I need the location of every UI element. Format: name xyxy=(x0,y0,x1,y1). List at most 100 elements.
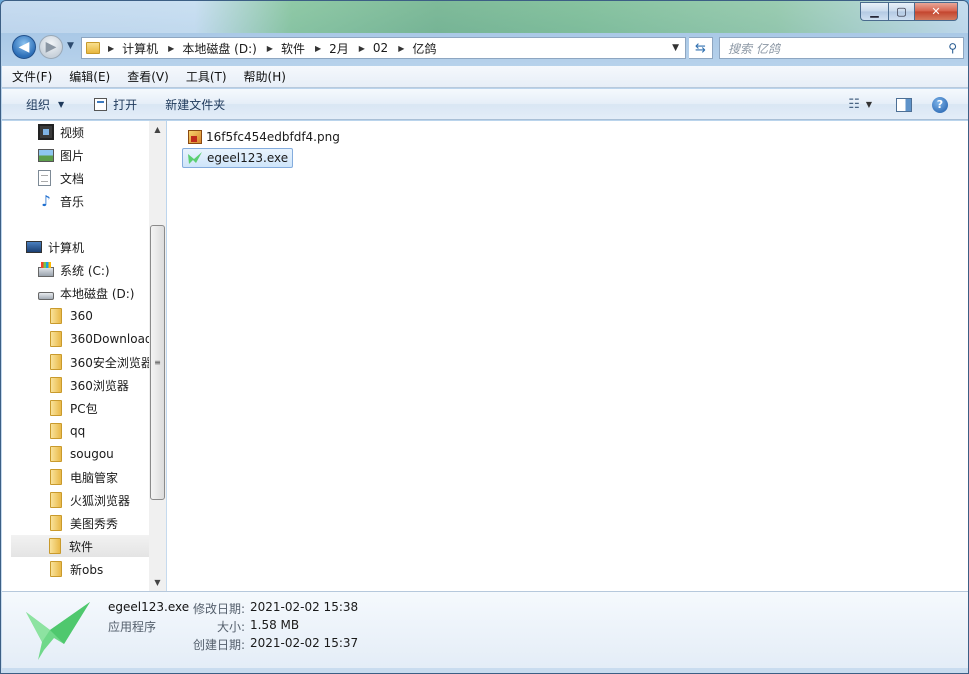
search-icon[interactable]: ⚲ xyxy=(948,41,957,55)
size-value: 1.58 MB xyxy=(250,618,300,632)
chevron-right-icon[interactable]: ▶ xyxy=(108,44,114,53)
sidebar-folder-qq[interactable]: qq xyxy=(50,420,85,442)
breadcrumb-yige[interactable]: 亿鸽 xyxy=(412,40,444,57)
scrollbar-thumb[interactable]: ≡ xyxy=(150,225,165,500)
file-item-png[interactable]: 16f5fc454edbfdf4.png xyxy=(184,127,344,147)
pictures-library-icon xyxy=(38,148,54,162)
refresh-button[interactable]: ⇆ xyxy=(689,37,713,59)
folder-icon xyxy=(50,400,62,416)
folder-icon xyxy=(50,469,62,485)
system-drive-icon xyxy=(38,262,54,277)
image-file-icon xyxy=(188,130,202,144)
view-options-icon[interactable]: ☷ xyxy=(848,97,860,112)
documents-library-icon xyxy=(38,170,51,186)
folder-icon xyxy=(50,377,62,393)
sidebar-folder-sougou[interactable]: sougou xyxy=(50,443,114,465)
organize-button[interactable]: 组织 ▼ xyxy=(26,96,64,113)
open-icon xyxy=(94,97,108,111)
sidebar-item-pictures[interactable]: 图片 xyxy=(38,144,84,166)
breadcrumb-drive-d[interactable]: 本地磁盘 (D:) ▶ xyxy=(182,40,281,57)
sidebar-folder-360-secure-browser[interactable]: 360安全浏览器 xyxy=(50,351,153,373)
close-button[interactable]: ✕ xyxy=(914,2,958,21)
sidebar-folder-new-obs[interactable]: 新obs xyxy=(50,558,103,580)
scroll-down-arrow[interactable]: ▼ xyxy=(149,574,166,591)
explorer-window: ▁ ▢ ✕ ◀ ▶ ▼ ▶ 计算机 ▶ 本地磁盘 (D:) ▶ 软件 ▶ 2月 xyxy=(0,0,969,674)
menu-edit[interactable]: 编辑(E) xyxy=(69,68,110,85)
breadcrumb-february[interactable]: 2月 ▶ xyxy=(329,40,373,57)
new-folder-button[interactable]: 新建文件夹 xyxy=(165,96,225,113)
breadcrumb-computer[interactable]: 计算机 ▶ xyxy=(122,40,182,57)
menu-tools[interactable]: 工具(T) xyxy=(186,68,227,85)
view-dropdown[interactable]: ▼ xyxy=(866,100,872,109)
computer-icon xyxy=(26,241,42,253)
back-button[interactable]: ◀ xyxy=(12,35,36,59)
search-input[interactable]: 搜索 亿鸽 ⚲ xyxy=(719,37,964,59)
folder-icon xyxy=(86,42,100,54)
view-controls: ☷ ▼ ? xyxy=(848,89,968,120)
size-label: 大小: xyxy=(216,620,245,634)
recent-pages-dropdown[interactable]: ▼ xyxy=(67,41,74,51)
details-pane: egeel123.exe 应用程序 修改日期: 2021-02-02 15:38… xyxy=(2,591,968,668)
chevron-down-icon: ▼ xyxy=(58,99,65,109)
video-library-icon xyxy=(38,124,54,140)
menu-file[interactable]: 文件(F) xyxy=(12,68,52,85)
grip-icon: ≡ xyxy=(154,358,161,367)
sidebar-folder-360-browser[interactable]: 360浏览器 xyxy=(50,374,129,396)
chevron-right-icon[interactable]: ▶ xyxy=(168,44,174,53)
folder-icon xyxy=(50,308,62,324)
folder-icon xyxy=(49,538,61,554)
music-library-icon: ♪ xyxy=(41,192,51,210)
bird-app-icon xyxy=(188,152,202,164)
address-history-dropdown[interactable]: ▼ xyxy=(672,43,679,53)
folder-icon xyxy=(50,331,62,347)
sidebar-item-drive-d[interactable]: 本地磁盘 (D:) xyxy=(38,282,134,304)
file-item-exe[interactable]: egeel123.exe xyxy=(182,148,294,168)
navigation-scrollbar[interactable]: ▲ ≡ ▼ xyxy=(149,121,166,591)
modified-value: 2021-02-02 15:38 xyxy=(250,600,359,614)
folder-icon xyxy=(50,561,62,577)
sidebar-folder-360[interactable]: 360 xyxy=(50,305,93,327)
sidebar-folder-software[interactable]: 软件 xyxy=(11,535,150,557)
chevron-right-icon[interactable]: ▶ xyxy=(315,44,321,53)
title-bar xyxy=(1,1,968,33)
created-label: 创建日期: xyxy=(192,638,245,652)
sidebar-item-documents[interactable]: 文档 xyxy=(38,167,84,189)
maximize-button[interactable]: ▢ xyxy=(888,2,914,21)
address-bar[interactable]: ▶ 计算机 ▶ 本地磁盘 (D:) ▶ 软件 ▶ 2月 ▶ 02 ▶ 亿鸽 ▼ xyxy=(81,37,686,59)
modified-label: 修改日期: xyxy=(192,602,245,616)
sidebar-folder-firefox[interactable]: 火狐浏览器 xyxy=(50,489,130,511)
chevron-right-icon[interactable]: ▶ xyxy=(398,44,404,53)
created-value: 2021-02-02 15:37 xyxy=(250,636,359,650)
folder-icon xyxy=(50,515,62,531)
help-icon[interactable]: ? xyxy=(932,96,948,113)
folder-icon xyxy=(50,354,62,370)
sidebar-folder-pc-manager[interactable]: 电脑管家 xyxy=(50,466,118,488)
navigation-row: ◀ ▶ ▼ ▶ 计算机 ▶ 本地磁盘 (D:) ▶ 软件 ▶ 2月 ▶ 02 ▶… xyxy=(9,33,964,61)
sidebar-item-music[interactable]: ♪ 音乐 xyxy=(38,190,84,212)
file-list[interactable]: 16f5fc454edbfdf4.png egeel123.exe xyxy=(167,121,968,591)
menu-view[interactable]: 查看(V) xyxy=(127,68,169,85)
open-button[interactable]: 打开 xyxy=(94,96,137,113)
navigation-pane: 视频 图片 文档 ♪ 音乐 计算机 系统 (C:) 本地磁盘 (D:) 360 xyxy=(2,121,166,591)
details-file-type: 应用程序 xyxy=(108,620,157,634)
breadcrumb-02[interactable]: 02 ▶ xyxy=(373,41,412,55)
folder-icon xyxy=(50,446,62,462)
chevron-right-icon[interactable]: ▶ xyxy=(359,44,365,53)
sidebar-item-computer[interactable]: 计算机 xyxy=(26,236,84,258)
menu-help[interactable]: 帮助(H) xyxy=(244,68,286,85)
preview-pane-icon[interactable] xyxy=(896,97,912,112)
sidebar-folder-360download[interactable]: 360Download xyxy=(50,328,153,350)
scroll-up-arrow[interactable]: ▲ xyxy=(149,121,166,138)
forward-button[interactable]: ▶ xyxy=(39,35,63,59)
local-drive-icon xyxy=(38,291,54,300)
menu-bar: 文件(F) 编辑(E) 查看(V) 工具(T) 帮助(H) xyxy=(2,66,968,88)
sidebar-folder-meitu[interactable]: 美图秀秀 xyxy=(50,512,118,534)
sidebar-folder-pc-package[interactable]: PC包 xyxy=(50,397,98,419)
sidebar-item-drive-c[interactable]: 系统 (C:) xyxy=(38,259,110,281)
bird-app-icon xyxy=(26,602,90,660)
refresh-icon: ⇆ xyxy=(695,40,706,56)
sidebar-item-videos[interactable]: 视频 xyxy=(38,121,84,143)
breadcrumb-software[interactable]: 软件 ▶ xyxy=(281,40,329,57)
chevron-right-icon[interactable]: ▶ xyxy=(267,44,273,53)
minimize-button[interactable]: ▁ xyxy=(860,2,888,21)
